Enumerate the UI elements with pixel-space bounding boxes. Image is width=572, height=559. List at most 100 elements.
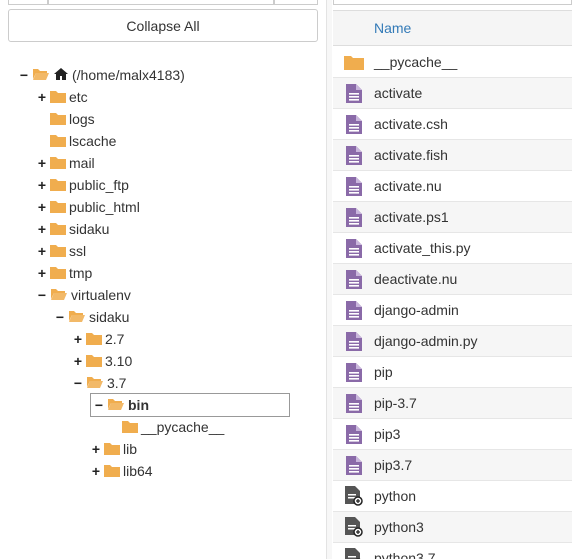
tree-node-label: 3.10: [105, 353, 133, 369]
file-row[interactable]: pip3: [333, 419, 572, 450]
folder-icon: [50, 199, 66, 216]
tree-node-sidaku[interactable]: − sidaku: [54, 306, 130, 328]
tree-node-ssl[interactable]: + ssl: [36, 240, 86, 262]
file-name: activate.nu: [374, 178, 442, 194]
file-row[interactable]: python3.7: [333, 543, 572, 559]
tree-node-label: 2.7: [105, 331, 125, 347]
text-file-icon: [333, 362, 374, 382]
collapse-toggle-icon[interactable]: −: [18, 64, 30, 86]
tree-node-label: public_html: [69, 199, 140, 215]
expand-toggle-icon[interactable]: +: [36, 240, 48, 262]
text-file-icon: [333, 331, 374, 351]
tree-node-public-html[interactable]: + public_html: [36, 196, 140, 218]
expand-toggle-icon[interactable]: +: [36, 152, 48, 174]
file-row[interactable]: pip-3.7: [333, 388, 572, 419]
collapse-toggle-icon[interactable]: −: [54, 306, 66, 328]
collapse-toggle-icon[interactable]: −: [72, 372, 84, 394]
name-column-header[interactable]: Name: [333, 20, 411, 36]
folder-icon: [50, 111, 66, 128]
expand-toggle-icon[interactable]: +: [36, 196, 48, 218]
folder-icon: [333, 54, 374, 70]
tree-node-mail[interactable]: + mail: [36, 152, 95, 174]
toggle-spacer: [36, 130, 48, 152]
folder-icon: [50, 155, 66, 172]
file-name: __pycache__: [374, 54, 458, 70]
tree-node-label: lib64: [123, 463, 153, 479]
file-row[interactable]: activate: [333, 78, 572, 109]
file-row[interactable]: pip: [333, 357, 572, 388]
file-name: python: [374, 488, 417, 504]
file-name: activate.ps1: [374, 209, 449, 225]
file-row[interactable]: activate.fish: [333, 140, 572, 171]
file-name: pip3: [374, 426, 401, 442]
tree-node-label: __pycache__: [141, 419, 225, 435]
tree-node-2-7[interactable]: +2.7: [72, 328, 125, 350]
file-name: python3: [374, 519, 424, 535]
file-row[interactable]: activate_this.py: [333, 233, 572, 264]
tree-node-label: virtualenv: [71, 287, 131, 303]
folder-open-icon: [68, 309, 86, 326]
expand-toggle-icon[interactable]: +: [36, 174, 48, 196]
file-name: pip3.7: [374, 457, 413, 473]
expand-toggle-icon[interactable]: +: [36, 262, 48, 284]
folder-icon: [50, 133, 66, 150]
pane-divider[interactable]: [326, 0, 332, 559]
tree-node-virtualenv[interactable]: − virtualenv: [36, 284, 131, 306]
tree-node-bin[interactable]: − bin: [90, 393, 290, 417]
tree-node-lib[interactable]: + lib: [90, 438, 137, 460]
symlink-file-icon: [333, 486, 374, 506]
expand-toggle-icon[interactable]: +: [90, 460, 102, 482]
text-file-icon: [333, 145, 374, 165]
file-row[interactable]: activate.nu: [333, 171, 572, 202]
tree-node--pycache-[interactable]: __pycache__: [108, 416, 224, 438]
expand-toggle-icon[interactable]: +: [36, 86, 48, 108]
tree-node-label: etc: [69, 89, 88, 105]
file-row[interactable]: python: [333, 481, 572, 512]
toggle-spacer: [36, 108, 48, 130]
tree-node-lscache[interactable]: lscache: [36, 130, 116, 152]
tree-node-label: lscache: [69, 133, 117, 149]
file-name: pip: [374, 364, 393, 380]
tree-node-label: mail: [69, 155, 95, 171]
collapse-toggle-icon[interactable]: −: [93, 394, 105, 416]
expand-toggle-icon[interactable]: +: [72, 328, 84, 350]
tree-node-label: bin: [128, 397, 149, 413]
file-list-header: Name: [333, 10, 572, 46]
tree-node-lib64[interactable]: + lib64: [90, 460, 153, 482]
file-row[interactable]: django-admin: [333, 295, 572, 326]
text-file-icon: [333, 300, 374, 320]
folder-icon: [50, 243, 66, 260]
expand-toggle-icon[interactable]: +: [72, 350, 84, 372]
folder-icon: [104, 441, 120, 458]
tree-node-3-10[interactable]: +3.10: [72, 350, 132, 372]
folder-icon: [86, 331, 102, 348]
file-row[interactable]: python3: [333, 512, 572, 543]
tree-node-public-ftp[interactable]: + public_ftp: [36, 174, 129, 196]
file-row[interactable]: deactivate.nu: [333, 264, 572, 295]
collapse-all-button[interactable]: Collapse All: [8, 9, 318, 42]
file-name: django-admin.py: [374, 333, 478, 349]
file-row[interactable]: activate.csh: [333, 109, 572, 140]
tree-node-label: lib: [123, 441, 138, 457]
symlink-file-icon: [333, 517, 374, 537]
tree-node-sidaku[interactable]: + sidaku: [36, 218, 110, 240]
file-row[interactable]: pip3.7: [333, 450, 572, 481]
collapse-toggle-icon[interactable]: −: [36, 284, 48, 306]
expand-toggle-icon[interactable]: +: [36, 218, 48, 240]
file-row[interactable]: __pycache__: [333, 47, 572, 78]
folder-icon: [50, 89, 66, 106]
text-file-icon: [333, 207, 374, 227]
tree-node-label: sidaku: [89, 309, 130, 325]
file-row[interactable]: activate.ps1: [333, 202, 572, 233]
expand-toggle-icon[interactable]: +: [90, 438, 102, 460]
tree-node-etc[interactable]: + etc: [36, 86, 88, 108]
symlink-file-icon: [333, 548, 374, 559]
file-row[interactable]: django-admin.py: [333, 326, 572, 357]
text-file-icon: [333, 269, 374, 289]
tree-node-tmp[interactable]: + tmp: [36, 262, 92, 284]
folder-icon: [104, 463, 120, 480]
tree-node-logs[interactable]: logs: [36, 108, 95, 130]
tree-node--home-malx4183-[interactable]: − (/home/malx4183): [18, 64, 185, 86]
tree-node-3-7[interactable]: − 3.7: [72, 372, 127, 394]
folder-icon: [86, 353, 102, 370]
